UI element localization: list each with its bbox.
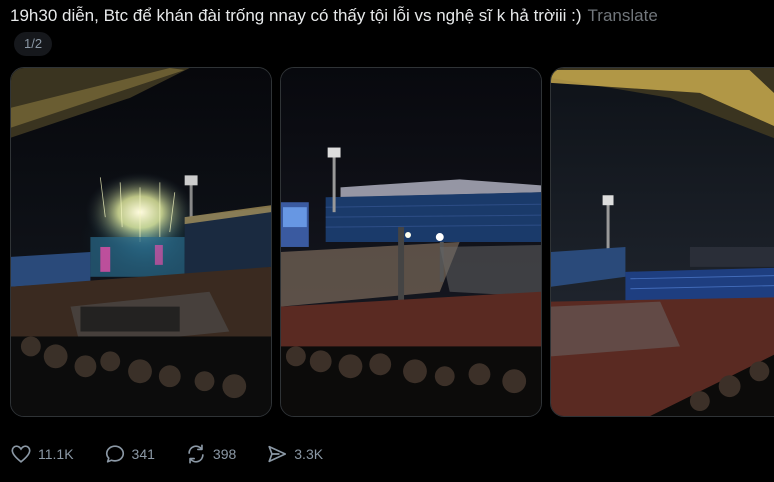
reply-button[interactable]: 341 bbox=[104, 443, 155, 465]
post-container: 19h30 diễn, Btc để khán đài trống nnay c… bbox=[0, 0, 774, 482]
like-count: 11.1K bbox=[38, 446, 74, 462]
media-carousel[interactable] bbox=[10, 67, 774, 417]
post-body-text: 19h30 diễn, Btc để khán đài trống nnay c… bbox=[10, 6, 582, 25]
media-counter-badge: 1/2 bbox=[14, 32, 53, 56]
repost-count: 398 bbox=[212, 446, 237, 462]
repost-button[interactable]: 398 bbox=[185, 443, 236, 465]
comment-icon bbox=[105, 445, 124, 463]
reply-count: 341 bbox=[131, 446, 155, 462]
media-photo-2[interactable] bbox=[280, 67, 542, 417]
share-count: 3.3K bbox=[294, 446, 324, 462]
media-photo-1[interactable] bbox=[10, 67, 272, 417]
like-button[interactable]: 11.1K bbox=[10, 443, 74, 465]
repost-icon bbox=[188, 444, 204, 464]
media-photo-3[interactable] bbox=[550, 67, 774, 417]
stadium-stage-photo bbox=[281, 68, 541, 416]
action-bar: 11.1K 341 398 3.3K bbox=[10, 440, 323, 468]
post-text: 19h30 diễn, Btc để khán đài trống nnay c… bbox=[10, 5, 658, 27]
send-icon bbox=[268, 445, 287, 463]
translate-link[interactable]: Translate bbox=[588, 6, 658, 25]
share-button[interactable]: 3.3K bbox=[266, 443, 323, 465]
heart-icon bbox=[11, 445, 31, 463]
stadium-stands-photo bbox=[551, 68, 774, 416]
stadium-fireworks-photo bbox=[11, 68, 271, 416]
